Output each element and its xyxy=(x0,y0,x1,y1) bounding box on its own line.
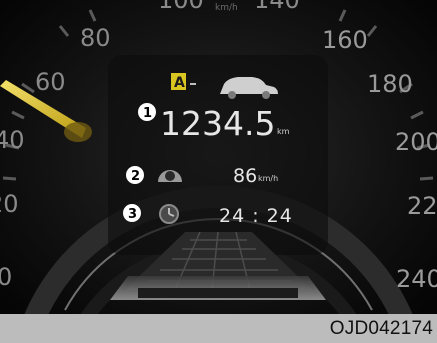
scale-label-0: 0 xyxy=(0,263,12,291)
callout-2-number: 2 xyxy=(131,169,140,184)
scale-label-240: 240 xyxy=(396,265,437,293)
average-speed-unit: km/h xyxy=(258,174,278,183)
caption-bar: OJD042174 xyxy=(0,314,437,343)
elapsed-time-value: 24 : 24 xyxy=(219,205,293,227)
callout-1-number: 1 xyxy=(143,106,152,121)
lcd-panel xyxy=(108,55,328,255)
scale-label-20: 20 xyxy=(0,190,19,218)
scale-label-40: 40 xyxy=(0,126,25,154)
callout-3-number: 3 xyxy=(128,207,137,222)
scale-label-160: 160 xyxy=(322,26,368,54)
average-speed-value: 86 xyxy=(233,165,257,187)
scale-label-100: 100 xyxy=(158,0,204,14)
trip-mode-indicator xyxy=(190,83,196,85)
instrument-cluster-photo: 100 140 km/h 80 60 40 20 0 160 180 200 2… xyxy=(0,0,437,343)
elapsed-time-icon xyxy=(159,204,179,224)
scale-label-60: 60 xyxy=(35,68,66,96)
scale-label-220: 220 xyxy=(407,192,437,220)
trip-mode-label: A xyxy=(174,75,185,91)
scale-label-200: 200 xyxy=(395,128,437,156)
scale-label-140: 140 xyxy=(254,0,300,14)
scale-label-80: 80 xyxy=(80,24,111,52)
trip-distance-unit: km xyxy=(277,127,290,136)
speed-unit-label: km/h xyxy=(215,3,238,13)
figure-code: OJD042174 xyxy=(329,318,433,339)
scale-label-180: 180 xyxy=(367,70,413,98)
trip-distance-value: 1234.5 xyxy=(160,104,275,143)
